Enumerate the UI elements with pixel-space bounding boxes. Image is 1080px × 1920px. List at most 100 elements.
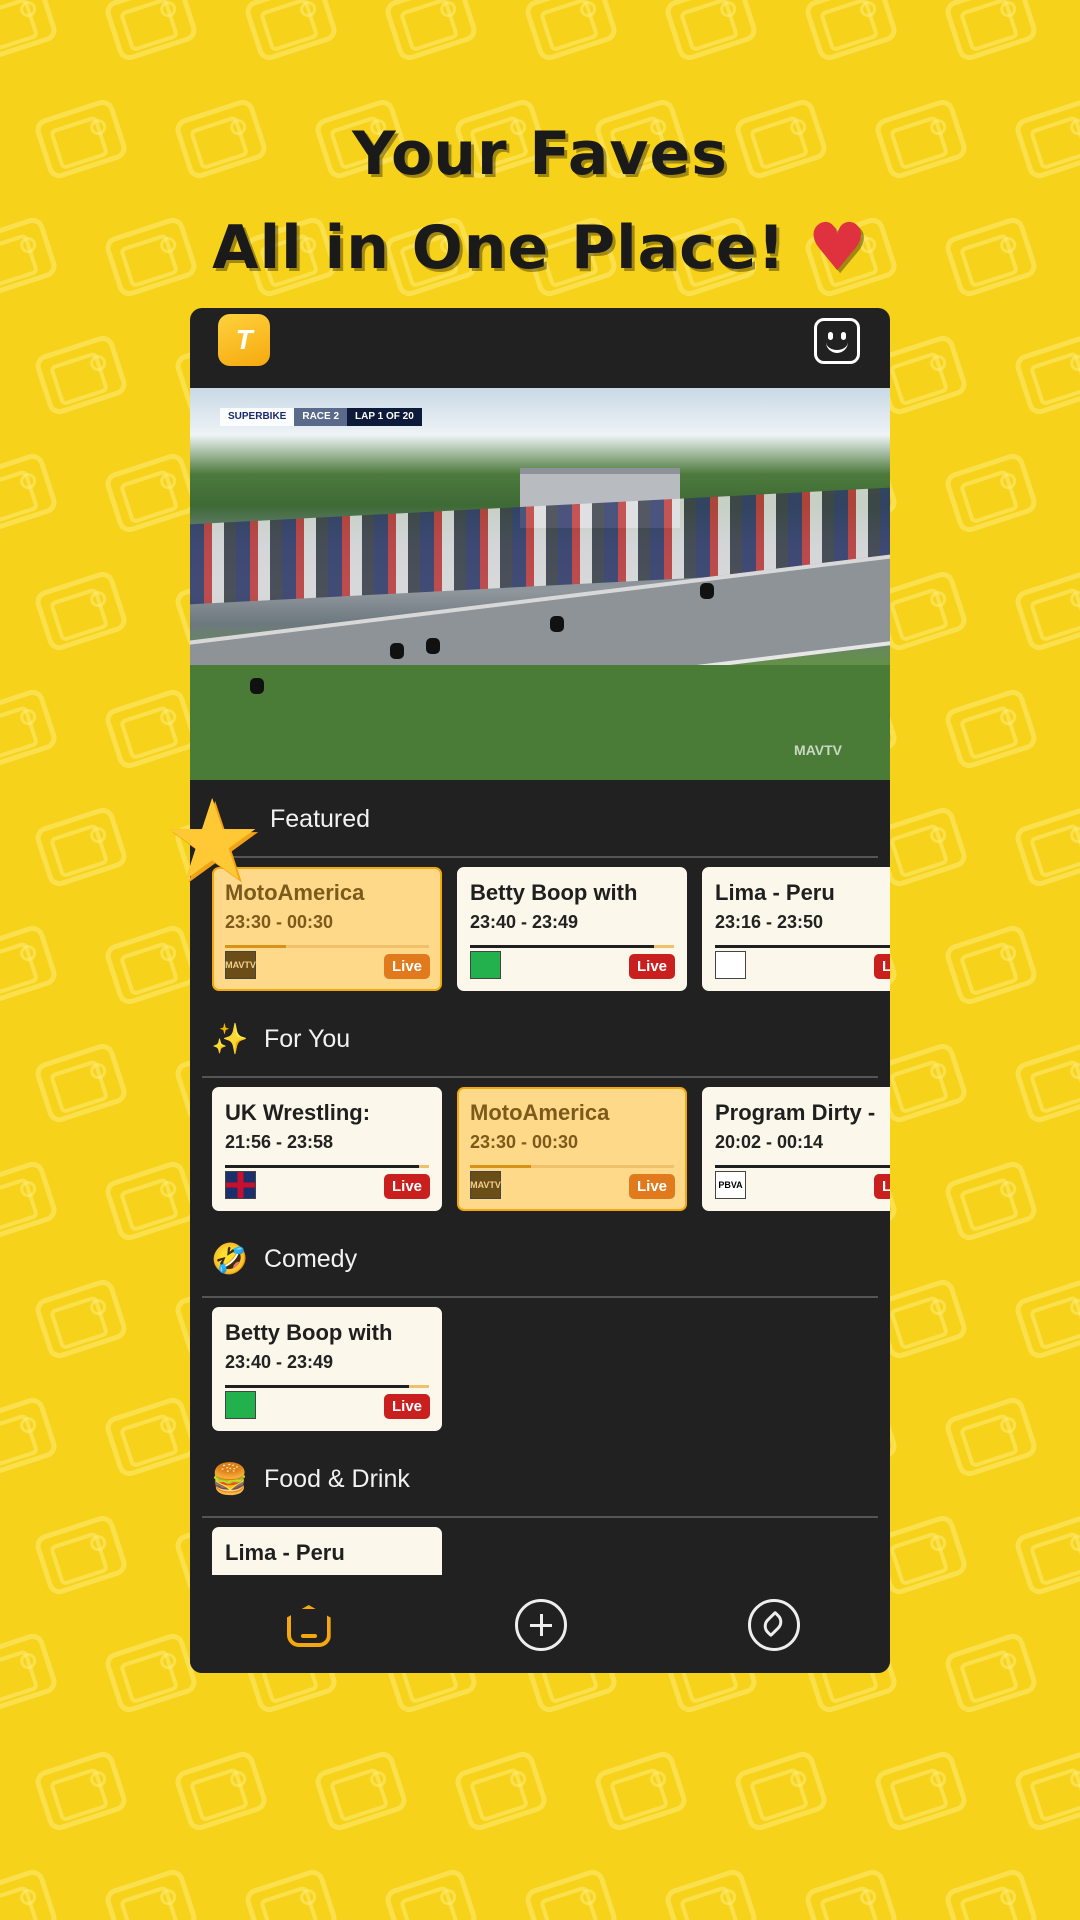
section-header-for-you: ✨ For You xyxy=(190,1000,890,1078)
live-badge: Live xyxy=(383,1174,430,1199)
tv-pattern-tile xyxy=(102,0,200,64)
tv-pattern-tile xyxy=(1012,332,1080,418)
channel-watermark: MAVTV xyxy=(794,742,842,758)
headline-line-2: All in One Place! xyxy=(212,213,786,283)
rider xyxy=(390,643,404,659)
program-progress-fill xyxy=(225,1385,409,1388)
tv-pattern-tile xyxy=(942,1866,1040,1920)
tv-pattern-tile xyxy=(1012,1040,1080,1126)
tv-pattern-tile xyxy=(1012,1276,1080,1362)
tv-pattern-tile xyxy=(1012,1512,1080,1598)
section-header-comedy: 🤣 Comedy xyxy=(190,1220,890,1298)
tv-pattern-tile xyxy=(522,0,620,64)
section-title: Featured xyxy=(270,804,371,833)
tv-pattern-tile xyxy=(102,1866,200,1920)
program-card[interactable]: Betty Boop with 23:40 - 23:49 Live xyxy=(457,867,687,991)
channel-logo xyxy=(225,1171,256,1199)
program-progress-fill xyxy=(715,1165,890,1168)
program-time: 21:56 - 23:58 xyxy=(225,1132,334,1152)
program-title: UK Wrestling: xyxy=(225,1100,371,1125)
tv-pattern-tile xyxy=(1012,1748,1080,1834)
overlay-series: SUPERBIKE xyxy=(220,408,295,426)
live-badge: Live xyxy=(383,954,430,979)
overlay-lap: LAP 1 OF 20 xyxy=(347,408,422,426)
program-progress-fill xyxy=(225,1165,419,1168)
tv-pattern-tile xyxy=(942,0,1040,64)
star-icon: ★ xyxy=(162,778,263,903)
rider xyxy=(550,616,564,632)
tv-pattern-tile xyxy=(802,1866,900,1920)
tv-pattern-tile xyxy=(32,568,130,654)
tv-pattern-tile xyxy=(732,1748,830,1834)
section-divider xyxy=(202,856,878,858)
channel-logo xyxy=(225,1391,256,1419)
tv-pattern-tile xyxy=(942,1630,1040,1716)
tv-pattern-tile xyxy=(102,1158,200,1244)
home-icon[interactable] xyxy=(275,1592,339,1656)
program-progress xyxy=(715,945,890,948)
tv-pattern-tile xyxy=(0,686,60,772)
program-title: Betty Boop with xyxy=(470,880,638,905)
tv-pattern-tile xyxy=(942,686,1040,772)
app-logo-icon[interactable]: T xyxy=(218,314,270,366)
card-row-for-you[interactable]: UK Wrestling: 21:56 - 23:58 Live MotoAmeric… xyxy=(190,1078,890,1220)
tv-pattern-tile xyxy=(522,1866,620,1920)
section-title: For You xyxy=(264,1024,351,1053)
program-time: 23:30 - 00:30 xyxy=(225,912,334,932)
headline: Your Faves All in One Place! ♥ xyxy=(0,108,1080,294)
tv-pattern-tile xyxy=(102,1394,200,1480)
video-player[interactable]: SUPERBIKE RACE 2 LAP 1 OF 20 MAVTV xyxy=(190,388,890,780)
program-card[interactable]: Program Dirty - 20:02 - 00:14 PBVA Live xyxy=(702,1087,890,1211)
tv-pattern-tile xyxy=(662,0,760,64)
program-progress xyxy=(225,1165,429,1168)
live-badge: Live xyxy=(873,954,890,979)
tv-pattern-tile xyxy=(0,1866,60,1920)
program-progress-fill xyxy=(225,945,287,948)
tv-pattern-tile xyxy=(1012,804,1080,890)
program-time: 23:16 - 23:50 xyxy=(715,912,824,932)
overlay-race: RACE 2 xyxy=(294,408,348,426)
program-progress xyxy=(715,1165,890,1168)
tv-pattern-tile xyxy=(102,922,200,1008)
tv-pattern-tile xyxy=(872,1748,970,1834)
section-title: Comedy xyxy=(264,1244,358,1273)
headline-line-1: Your Faves xyxy=(352,119,728,189)
tv-pattern-tile xyxy=(32,1748,130,1834)
tv-pattern-tile xyxy=(1012,568,1080,654)
tv-pattern-tile xyxy=(172,1748,270,1834)
live-badge: Live xyxy=(628,954,675,979)
program-title: Betty Boop with xyxy=(225,1320,393,1345)
profile-icon[interactable] xyxy=(814,318,860,364)
program-progress xyxy=(225,945,429,948)
live-badge: Live xyxy=(628,1174,675,1199)
magic-wand-icon: ✨ xyxy=(211,1022,249,1056)
tv-pattern-tile xyxy=(382,0,480,64)
tv-pattern-tile xyxy=(942,1158,1040,1244)
program-progress-fill xyxy=(470,1165,532,1168)
tv-pattern-tile xyxy=(0,450,60,536)
tv-pattern-tile xyxy=(102,450,200,536)
program-time: 23:30 - 00:30 xyxy=(470,1132,579,1152)
program-card[interactable]: UK Wrestling: 21:56 - 23:58 Live xyxy=(212,1087,442,1211)
live-badge: Live xyxy=(873,1174,890,1199)
channel-logo: MAVTV xyxy=(470,1171,501,1199)
compass-icon[interactable] xyxy=(741,1592,805,1656)
program-card[interactable]: Lima - Peru xyxy=(212,1527,442,1575)
section-divider xyxy=(202,1516,878,1518)
program-card[interactable]: MotoAmerica 23:30 - 00:30 MAVTV Live xyxy=(457,1087,687,1211)
rider xyxy=(250,678,264,694)
tv-pattern-tile xyxy=(452,1748,550,1834)
channel-list[interactable]: Featured MotoAmerica 23:30 - 00:30 MAVTV Liv… xyxy=(190,780,890,1575)
tv-pattern-tile xyxy=(32,804,130,890)
card-row-featured[interactable]: MotoAmerica 23:30 - 00:30 MAVTV Live Betty B… xyxy=(190,858,890,1000)
card-row-food-drink[interactable]: Lima - Peru xyxy=(190,1518,890,1575)
tv-pattern-tile xyxy=(102,686,200,772)
bottom-nav xyxy=(190,1575,890,1673)
card-row-comedy[interactable]: Betty Boop with 23:40 - 23:49 Live xyxy=(190,1298,890,1440)
tv-pattern-tile xyxy=(0,922,60,1008)
add-icon[interactable] xyxy=(508,1592,572,1656)
program-card[interactable]: Lima - Peru 23:16 - 23:50 Live xyxy=(702,867,890,991)
program-time: 23:40 - 23:49 xyxy=(470,912,579,932)
program-card[interactable]: Betty Boop with 23:40 - 23:49 Live xyxy=(212,1307,442,1431)
tv-pattern-tile xyxy=(942,450,1040,536)
